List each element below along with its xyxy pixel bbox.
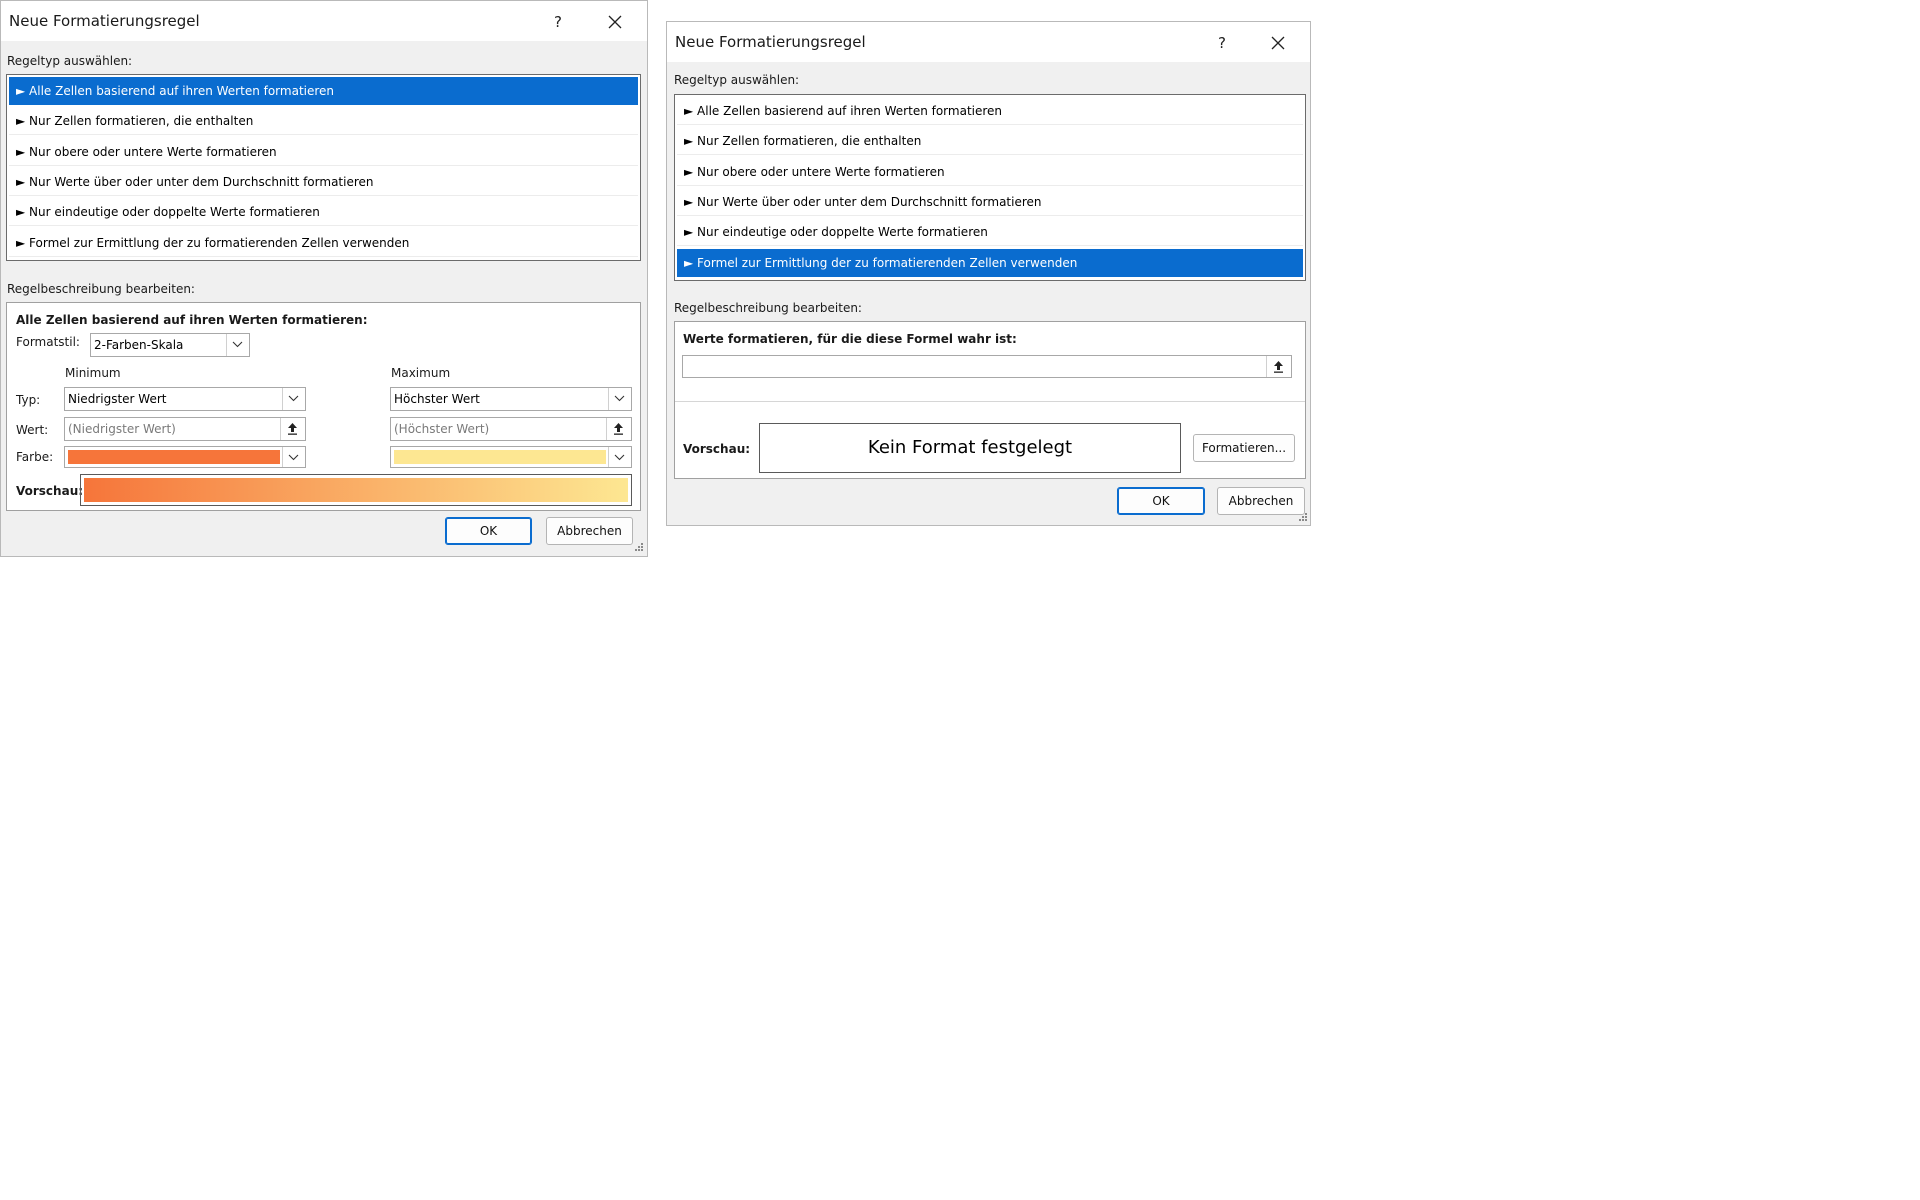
rule-type-item[interactable]: ► Formel zur Ermittlung der zu formatier… bbox=[9, 229, 638, 257]
rule-type-label: Regeltyp auswählen: bbox=[7, 54, 133, 68]
maximum-color-picker[interactable] bbox=[390, 446, 632, 468]
rule-type-item[interactable]: ► Nur Werte über oder unter dem Durchsch… bbox=[677, 188, 1303, 216]
dialog-title: Neue Formatierungsregel bbox=[9, 12, 200, 30]
maximum-type-dropdown[interactable]: Höchster Wert bbox=[390, 387, 632, 411]
question-mark-icon: ? bbox=[554, 13, 562, 31]
format-preview-box: Kein Format festgelegt bbox=[759, 423, 1181, 473]
rule-type-item[interactable]: ► Alle Zellen basierend auf ihren Werten… bbox=[677, 97, 1303, 125]
rule-type-item[interactable]: ► Nur obere oder untere Werte formatiere… bbox=[677, 158, 1303, 186]
rule-type-item[interactable]: ► Nur Werte über oder unter dem Durchsch… bbox=[9, 168, 638, 196]
close-button[interactable] bbox=[600, 9, 630, 35]
rule-type-item[interactable]: ► Formel zur Ermittlung der zu formatier… bbox=[677, 248, 1303, 277]
dialog-title: Neue Formatierungsregel bbox=[675, 33, 866, 51]
minimum-color-picker[interactable] bbox=[64, 446, 306, 468]
cancel-button[interactable]: Abbrechen bbox=[1217, 487, 1305, 515]
chevron-down-icon bbox=[608, 447, 631, 467]
rule-type-list[interactable]: ► Alle Zellen basierend auf ihren Werten… bbox=[6, 74, 641, 261]
rule-type-item[interactable]: ► Nur eindeutige oder doppelte Werte for… bbox=[9, 198, 638, 227]
rule-type-label: Regeltyp auswählen: bbox=[674, 73, 800, 87]
rule-description-label: Regelbeschreibung bearbeiten: bbox=[674, 301, 862, 315]
title-bar: Neue Formatierungsregel ? bbox=[1, 1, 647, 41]
gradient-fill bbox=[84, 478, 628, 502]
minimum-type-value: Niedrigster Wert bbox=[68, 392, 167, 406]
rule-description-label: Regelbeschreibung bearbeiten: bbox=[7, 282, 195, 296]
preview-text: Kein Format festgelegt bbox=[867, 437, 1073, 458]
formula-input[interactable] bbox=[682, 355, 1292, 378]
format-button[interactable]: Formatieren... bbox=[1193, 434, 1295, 462]
format-style-value: 2-Farben-Skala bbox=[94, 338, 184, 352]
type-label: Typ: bbox=[16, 393, 41, 407]
chevron-down-icon bbox=[282, 447, 305, 467]
maximum-type-value: Höchster Wert bbox=[394, 392, 480, 406]
chevron-down-icon bbox=[282, 388, 305, 410]
help-button[interactable]: ? bbox=[1207, 30, 1237, 56]
formula-heading: Werte formatieren, für die diese Formel … bbox=[683, 332, 1017, 346]
close-button[interactable] bbox=[1263, 30, 1293, 56]
color-label: Farbe: bbox=[16, 450, 54, 464]
close-icon bbox=[1271, 36, 1285, 50]
rule-type-item[interactable]: ► Nur Zellen formatieren, die enthalten bbox=[9, 107, 638, 136]
upload-arrow-icon[interactable] bbox=[280, 418, 305, 440]
preview-label: Vorschau: bbox=[16, 484, 84, 498]
minimum-value-field[interactable]: (Niedrigster Wert) bbox=[64, 417, 306, 441]
divider bbox=[675, 401, 1305, 402]
title-bar: Neue Formatierungsregel ? bbox=[667, 22, 1310, 62]
upload-arrow-icon[interactable] bbox=[1266, 356, 1291, 377]
question-mark-icon: ? bbox=[1218, 34, 1226, 52]
chevron-down-icon bbox=[608, 388, 631, 410]
rule-description-panel: Werte formatieren, für die diese Formel … bbox=[674, 321, 1306, 479]
format-style-dropdown[interactable]: 2-Farben-Skala bbox=[90, 333, 250, 357]
maximum-label: Maximum bbox=[391, 366, 451, 380]
value-label: Wert: bbox=[16, 423, 49, 437]
resize-grip-icon[interactable] bbox=[1299, 513, 1309, 523]
minimum-color-swatch bbox=[68, 450, 280, 464]
ok-button[interactable]: OK bbox=[1117, 487, 1205, 515]
upload-arrow-icon[interactable] bbox=[606, 418, 631, 440]
rule-type-list[interactable]: ► Alle Zellen basierend auf ihren Werten… bbox=[674, 94, 1306, 281]
description-heading: Alle Zellen basierend auf ihren Werten f… bbox=[16, 313, 368, 327]
chevron-down-icon bbox=[226, 334, 249, 356]
minimum-label: Minimum bbox=[65, 366, 121, 380]
maximum-value-placeholder: (Höchster Wert) bbox=[394, 422, 490, 436]
resize-grip-icon[interactable] bbox=[635, 543, 645, 553]
new-formatting-rule-dialog-color-scale: Neue Formatierungsregel ? Regeltyp auswä… bbox=[0, 0, 648, 557]
rule-type-item[interactable]: ► Nur eindeutige oder doppelte Werte for… bbox=[677, 218, 1303, 247]
minimum-type-dropdown[interactable]: Niedrigster Wert bbox=[64, 387, 306, 411]
rule-type-item[interactable]: ► Nur obere oder untere Werte formatiere… bbox=[9, 138, 638, 166]
help-button[interactable]: ? bbox=[543, 9, 573, 35]
rule-type-item[interactable]: ► Alle Zellen basierend auf ihren Werten… bbox=[9, 77, 638, 105]
format-style-label: Formatstil: bbox=[16, 335, 80, 349]
rule-type-item[interactable]: ► Nur Zellen formatieren, die enthalten bbox=[677, 127, 1303, 156]
new-formatting-rule-dialog-formula: Neue Formatierungsregel ? Regeltyp auswä… bbox=[666, 21, 1311, 526]
minimum-value-placeholder: (Niedrigster Wert) bbox=[68, 422, 176, 436]
maximum-color-swatch bbox=[394, 450, 606, 464]
maximum-value-field[interactable]: (Höchster Wert) bbox=[390, 417, 632, 441]
close-icon bbox=[608, 15, 622, 29]
color-scale-preview bbox=[80, 474, 632, 506]
cancel-button[interactable]: Abbrechen bbox=[546, 517, 633, 545]
preview-label: Vorschau: bbox=[683, 442, 751, 456]
ok-button[interactable]: OK bbox=[445, 517, 532, 545]
rule-description-panel: Alle Zellen basierend auf ihren Werten f… bbox=[6, 302, 641, 511]
